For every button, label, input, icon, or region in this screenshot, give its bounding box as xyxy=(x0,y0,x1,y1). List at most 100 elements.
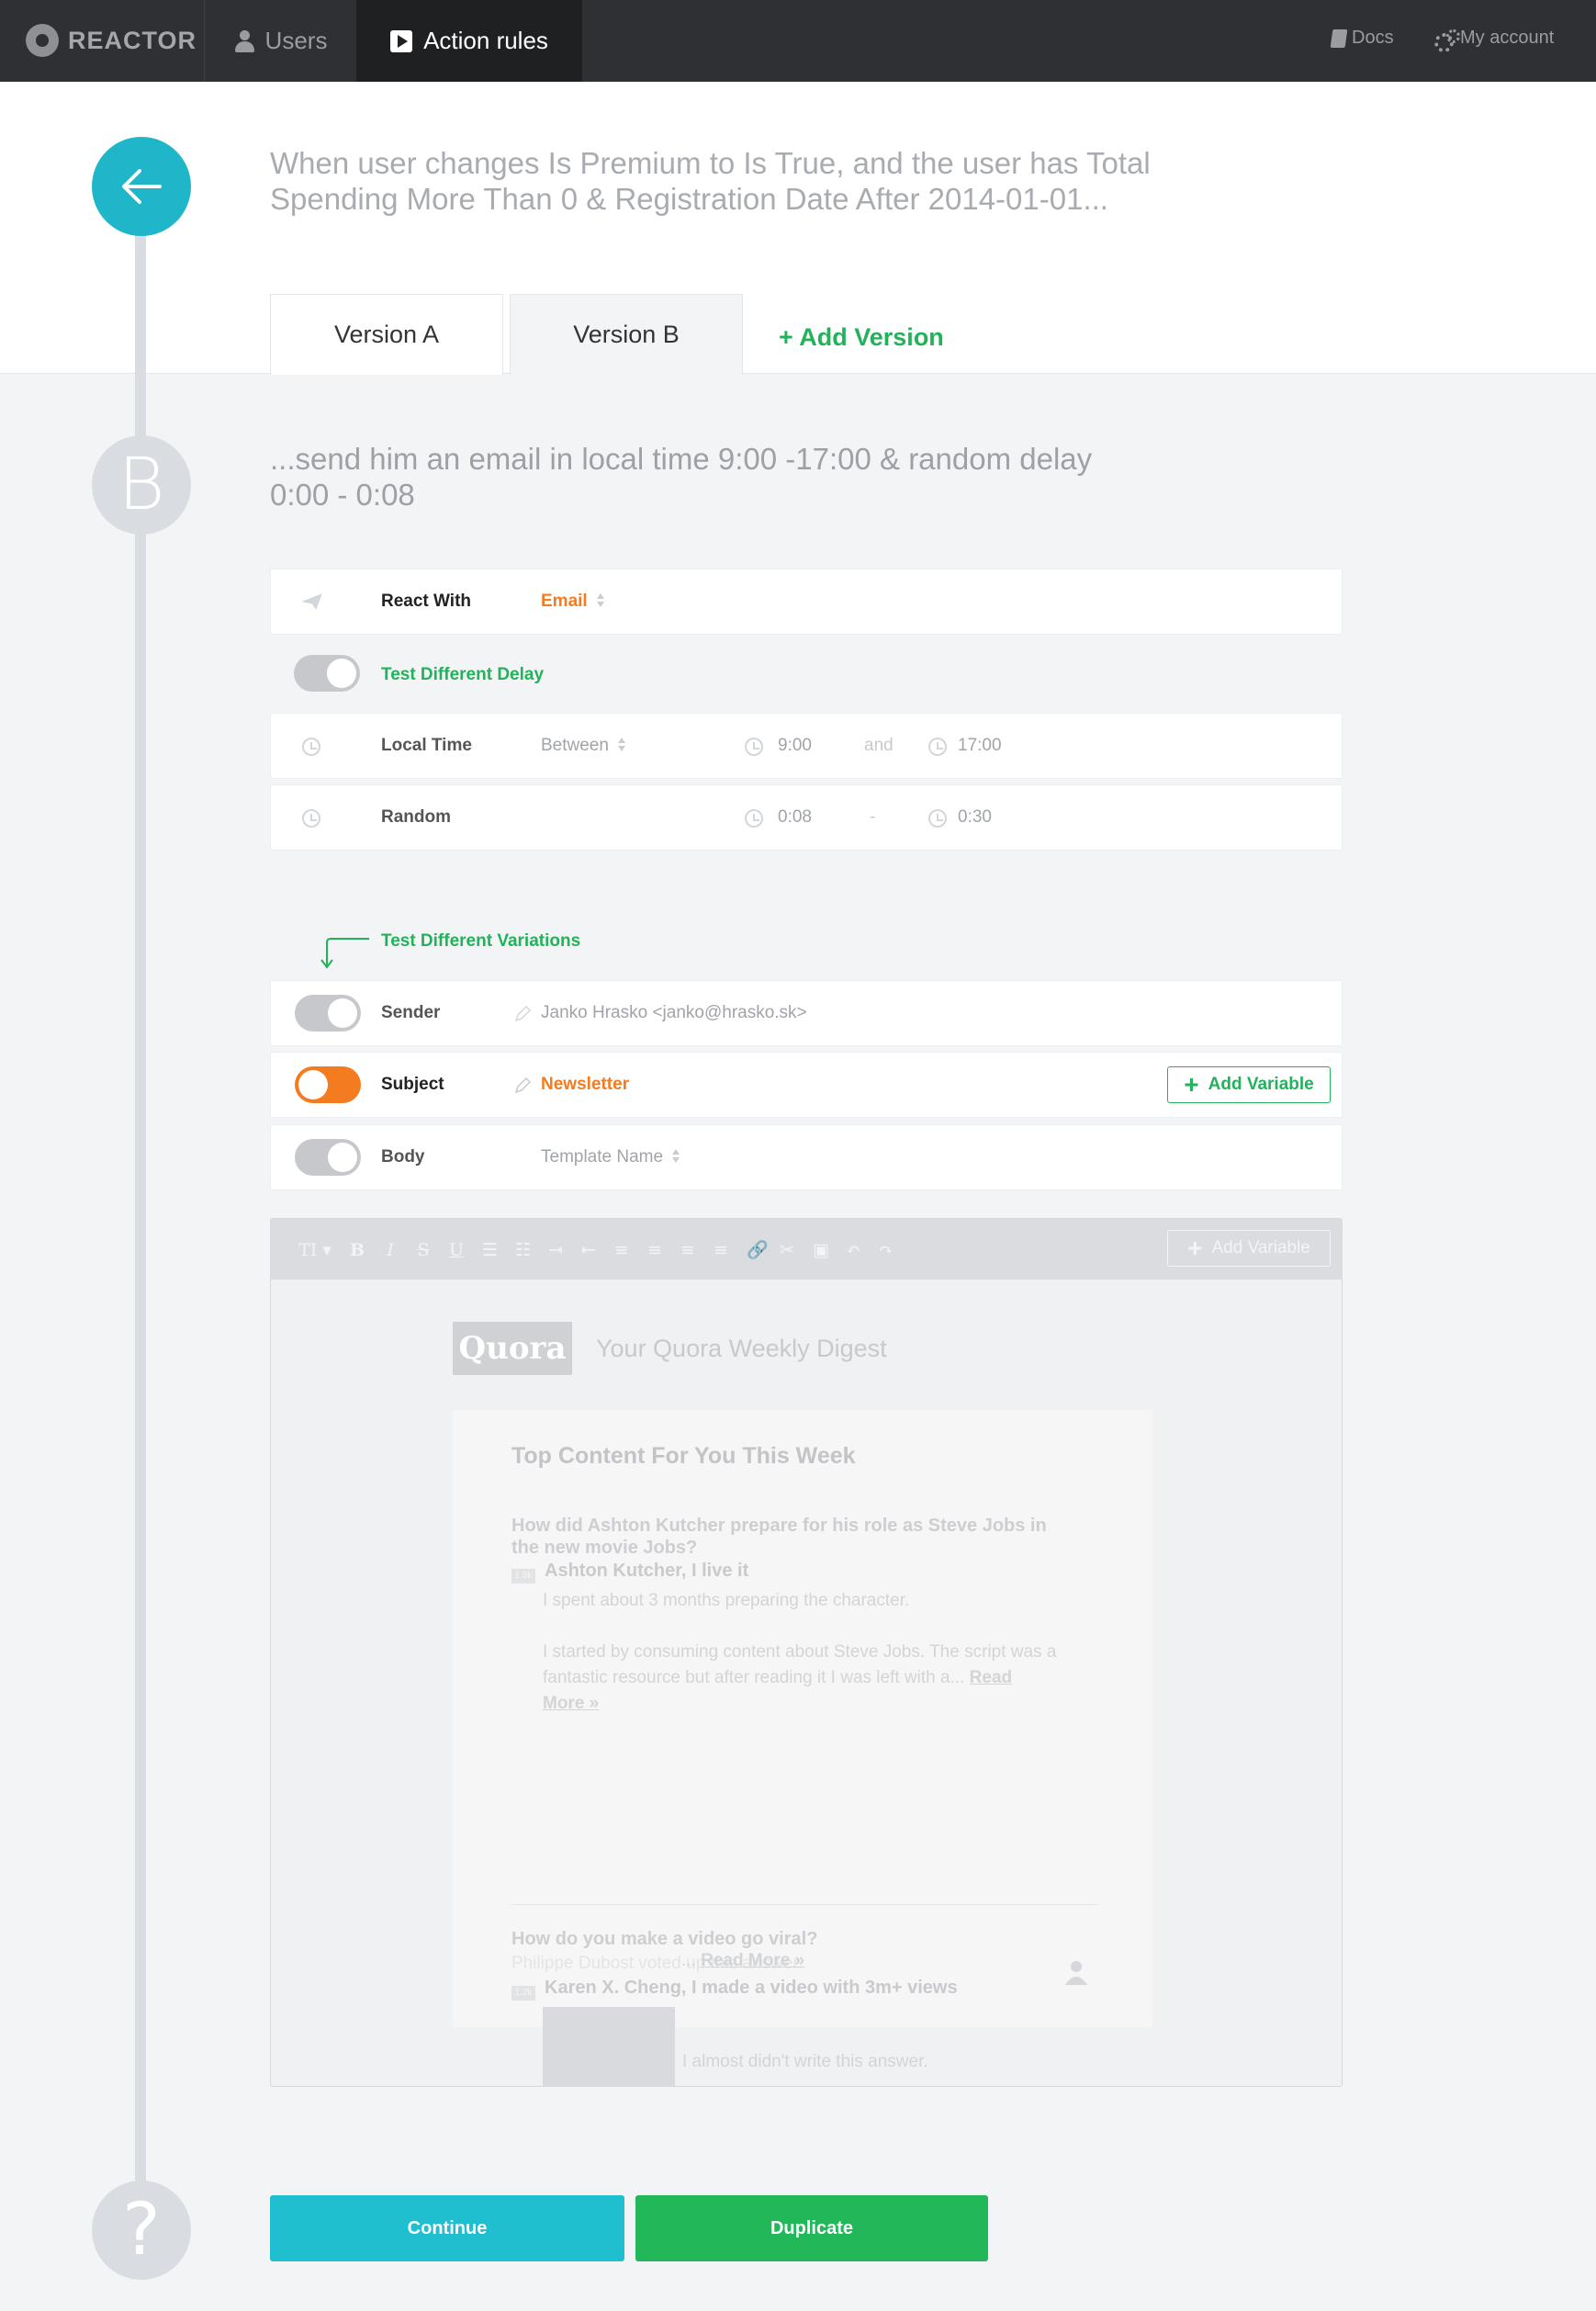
local-time-mode-value: Between xyxy=(541,736,609,755)
link-icon[interactable]: 🔗 xyxy=(747,1239,769,1260)
react-with-value: Email xyxy=(541,592,588,611)
read-more-link-2[interactable]: Read More » xyxy=(701,1951,804,1970)
test-variations-label: Test Different Variations xyxy=(381,931,581,951)
react-with-row: React With Email xyxy=(270,569,1343,635)
align-center-icon[interactable]: ≡ xyxy=(647,1240,662,1260)
arrow-down-left-icon xyxy=(320,938,369,969)
arrow-left-icon xyxy=(122,169,162,204)
react-with-select[interactable]: Email xyxy=(541,592,604,612)
upvote-count-badge: 1.5k xyxy=(511,1569,535,1584)
step-description: ...send him an email in local time 9:00 … xyxy=(270,442,1093,512)
local-time-joiner: and xyxy=(864,736,894,755)
continue-button[interactable]: Continue xyxy=(270,2195,624,2261)
email-answer-2-more-prefix: ... xyxy=(681,1951,696,1970)
align-left-icon[interactable]: ≡ xyxy=(614,1240,629,1260)
text-style-icon[interactable]: TI ▾ xyxy=(298,1240,332,1260)
clock-icon xyxy=(745,738,763,756)
indent-icon[interactable]: ⇥ xyxy=(548,1240,563,1260)
email-editor: TI ▾ B I S U ☰ ☷ ⇥ ⇤ ≡ ≡ ≡ ≡ 🔗 ✂ ▣ ↶ ↷ +… xyxy=(270,1218,1343,2087)
email-answer-1-author: 1.5k Ashton Kutcher, I live it xyxy=(511,1561,748,1584)
paper-plane-icon xyxy=(302,593,322,610)
local-time-row: Local Time Between 9:00 and 17:00 xyxy=(270,713,1343,779)
bold-icon[interactable]: B xyxy=(350,1240,365,1260)
italic-icon[interactable]: I xyxy=(383,1240,398,1260)
video-thumbnail-image xyxy=(543,2007,675,2086)
clock-icon xyxy=(302,738,320,756)
rule-title: When user changes Is Premium to Is True,… xyxy=(270,146,1151,216)
back-button[interactable] xyxy=(92,137,191,236)
pencil-icon xyxy=(514,1077,532,1094)
email-answer-1-author-text: Ashton Kutcher, I live it xyxy=(545,1561,749,1581)
local-time-to[interactable]: 17:00 xyxy=(958,736,1002,756)
duplicate-button[interactable]: Duplicate xyxy=(635,2195,988,2261)
email-answer-1-p1: I spent about 3 months preparing the cha… xyxy=(543,1591,910,1610)
sort-icon xyxy=(617,738,625,752)
step-b-marker: B xyxy=(92,435,191,535)
subject-toggle[interactable] xyxy=(295,1066,361,1103)
quora-logo: Quora xyxy=(453,1322,572,1375)
email-divider xyxy=(511,1904,1099,1905)
local-time-label: Local Time xyxy=(381,736,472,755)
docs-link[interactable]: Docs xyxy=(1330,28,1394,49)
tab-version-a[interactable]: Version A xyxy=(270,294,503,375)
clock-icon xyxy=(928,738,947,756)
clock-icon xyxy=(745,809,763,828)
email-header: Your Quora Weekly Digest xyxy=(596,1335,887,1362)
nav-tab-action-rules[interactable]: Action rules xyxy=(356,0,582,82)
subject-row: Subject Newsletter + Add Variable xyxy=(270,1052,1343,1118)
email-answer-1-p2: I started by consuming content about Ste… xyxy=(543,1640,1057,1717)
random-joiner: - xyxy=(870,807,876,827)
add-version-button[interactable]: + Add Version xyxy=(779,294,962,375)
tab-version-b[interactable]: Version B xyxy=(510,294,743,375)
my-account-link[interactable]: My account xyxy=(1434,28,1555,52)
image-icon[interactable]: ▣ xyxy=(813,1240,829,1260)
nav-tab-action-rules-label: Action rules xyxy=(423,27,548,54)
subject-add-variable-button[interactable]: + Add Variable xyxy=(1167,1066,1331,1103)
random-label: Random xyxy=(381,807,451,827)
user-icon xyxy=(234,29,254,52)
strikethrough-icon[interactable]: S xyxy=(416,1240,431,1260)
sender-toggle[interactable] xyxy=(295,995,361,1031)
body-row: Body Template Name xyxy=(270,1124,1343,1190)
editor-toolbar: TI ▾ B I S U ☰ ☷ ⇥ ⇤ ≡ ≡ ≡ ≡ 🔗 ✂ ▣ ↶ ↷ +… xyxy=(271,1219,1342,1280)
email-answer-2-more: ... Read More » xyxy=(681,1951,804,1971)
subject-add-variable-label: Add Variable xyxy=(1208,1075,1314,1094)
undo-icon[interactable]: ↶ xyxy=(846,1240,860,1260)
align-right-icon[interactable]: ≡ xyxy=(680,1240,695,1260)
editor-add-variable-button[interactable]: + Add Variable xyxy=(1167,1230,1331,1267)
sort-icon xyxy=(672,1149,680,1164)
email-body-card[interactable]: Top Content For You This Week How did As… xyxy=(453,1410,1152,2027)
reactor-logo[interactable]: REACTOR xyxy=(26,24,197,57)
body-template-value: Template Name xyxy=(541,1147,664,1167)
sender-label: Sender xyxy=(381,1003,441,1022)
local-time-mode-select[interactable]: Between xyxy=(541,736,625,756)
subject-label: Subject xyxy=(381,1075,444,1094)
nav-tab-users[interactable]: Users xyxy=(204,0,356,82)
docs-label: Docs xyxy=(1352,28,1394,48)
local-time-from[interactable]: 9:00 xyxy=(778,736,812,756)
sender-value[interactable]: Janko Hrasko <janko@hrasko.sk> xyxy=(541,1003,807,1023)
numbered-list-icon[interactable]: ☷ xyxy=(515,1240,531,1260)
bullet-list-icon[interactable]: ☰ xyxy=(482,1240,498,1260)
upvote-count-badge: 1.2k xyxy=(511,1986,535,2001)
body-template-select[interactable]: Template Name xyxy=(541,1147,680,1167)
clock-icon xyxy=(302,809,320,828)
unlink-icon[interactable]: ✂ xyxy=(780,1240,794,1260)
test-delay-label: Test Different Delay xyxy=(381,665,545,684)
email-answer-2-author: 1.2k Karen X. Cheng, I made a video with … xyxy=(511,1978,958,2001)
plus-icon: + xyxy=(1187,1234,1203,1262)
body-label: Body xyxy=(381,1147,425,1167)
email-answer-2-author-text: Karen X. Cheng, I made a video with 3m+ … xyxy=(545,1978,958,1998)
subject-value[interactable]: Newsletter xyxy=(541,1075,629,1095)
random-to[interactable]: 0:30 xyxy=(958,807,992,828)
outdent-icon[interactable]: ⇤ xyxy=(581,1240,596,1260)
random-from[interactable]: 0:08 xyxy=(778,807,812,828)
my-account-label: My account xyxy=(1460,28,1555,48)
body-toggle[interactable] xyxy=(295,1139,361,1176)
test-delay-toggle[interactable] xyxy=(294,655,360,692)
email-question-2: How do you make a video go viral? xyxy=(511,1929,818,1949)
underline-icon[interactable]: U xyxy=(449,1240,464,1260)
redo-icon[interactable]: ↷ xyxy=(879,1240,894,1260)
align-justify-icon[interactable]: ≡ xyxy=(714,1240,728,1260)
plus-icon: + xyxy=(1184,1070,1199,1099)
